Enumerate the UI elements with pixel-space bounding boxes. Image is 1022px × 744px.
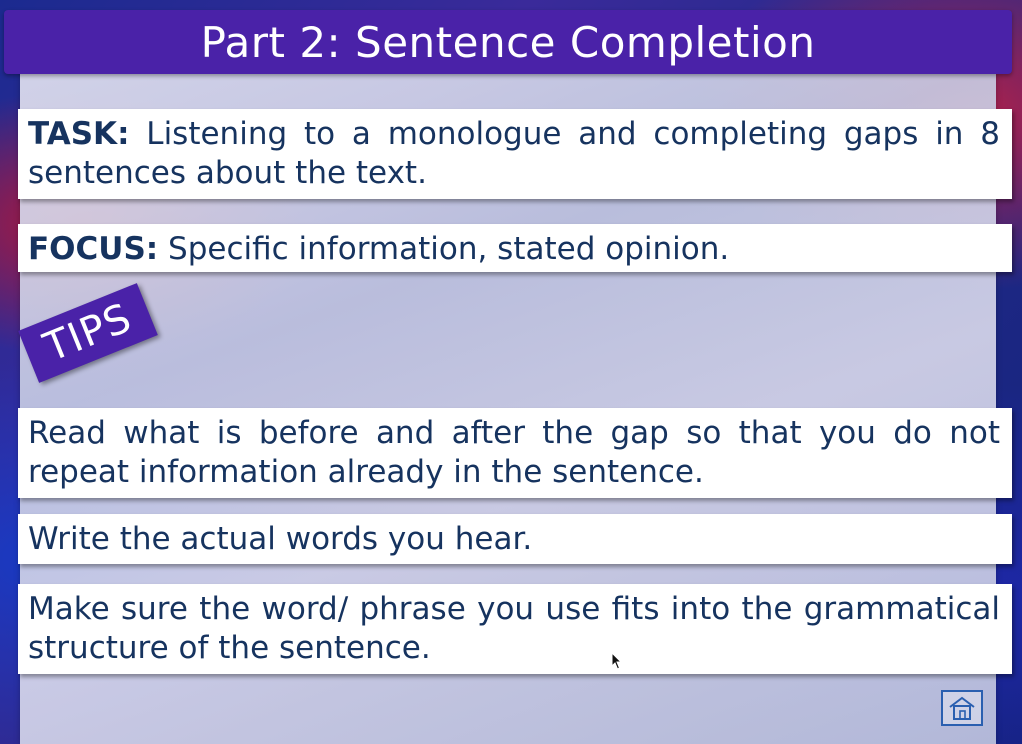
- page-title: Part 2: Sentence Completion: [200, 17, 816, 67]
- home-button[interactable]: [941, 690, 983, 726]
- tip-box-3: Make sure the word/ phrase you use fits …: [18, 584, 1012, 674]
- tip-text-3: Make sure the word/ phrase you use fits …: [28, 591, 1000, 666]
- title-bar: Part 2: Sentence Completion: [4, 10, 1012, 74]
- mouse-cursor-icon: [611, 652, 623, 670]
- home-icon: [949, 696, 975, 720]
- focus-box: FOCUS: Specific information, stated opin…: [18, 224, 1012, 272]
- task-label: TASK:: [28, 116, 130, 152]
- tip-text-1: Read what is before and after the gap so…: [28, 415, 1000, 490]
- tip-box-1: Read what is before and after the gap so…: [18, 408, 1012, 498]
- task-box: TASK: Listening to a monologue and compl…: [18, 109, 1012, 199]
- task-text: Listening to a monologue and completing …: [28, 116, 1000, 191]
- tip-text-2: Write the actual words you hear.: [28, 521, 533, 557]
- tip-box-2: Write the actual words you hear.: [18, 514, 1012, 564]
- focus-text: Specific information, stated opinion.: [158, 231, 730, 267]
- focus-label: FOCUS:: [28, 231, 159, 267]
